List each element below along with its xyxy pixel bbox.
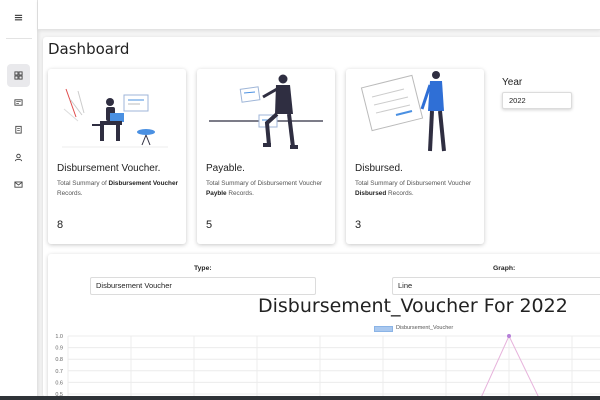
year-input[interactable]: 2022 xyxy=(502,92,572,109)
taskbar xyxy=(0,396,600,400)
top-bar xyxy=(38,0,600,30)
type-label: Type: xyxy=(194,265,212,272)
card-title: Disbursed. xyxy=(355,163,403,174)
card-count: 3 xyxy=(355,219,362,231)
card-count: 5 xyxy=(206,219,213,231)
card-payable[interactable]: Payable. Total Summary of Disbursement V… xyxy=(197,69,335,244)
sidebar-item-dashboard[interactable] xyxy=(7,64,30,87)
dashboard-icon xyxy=(14,71,23,80)
person-documents-illustration xyxy=(209,74,323,149)
chart-title: Disbursement_Voucher For 2022 xyxy=(258,295,568,317)
legend-swatch[interactable] xyxy=(374,326,393,332)
card-description: Total Summary of Disbursement Voucher Re… xyxy=(57,180,178,197)
user-icon xyxy=(14,153,23,162)
chart-panel xyxy=(48,254,600,400)
year-label: Year xyxy=(502,77,523,88)
voucher-icon xyxy=(14,99,23,106)
legend-label: Disbursement_Voucher xyxy=(396,325,454,331)
card-disbursement-voucher[interactable]: Disbursement Voucher. Total Summary of D… xyxy=(48,69,186,244)
menu-icon xyxy=(14,14,23,21)
page-title: Dashboard xyxy=(48,40,130,58)
person-board-illustration xyxy=(360,71,446,152)
card-count: 8 xyxy=(57,219,64,231)
sidebar-item-voucher[interactable] xyxy=(7,91,30,114)
menu-button[interactable] xyxy=(7,6,30,29)
person-laptop-illustration xyxy=(62,88,168,148)
card-disbursed[interactable]: Disbursed. Total Summary of Disbursement… xyxy=(346,69,484,244)
graph-label: Graph: xyxy=(493,265,516,272)
sidebar-item-users[interactable] xyxy=(7,146,30,169)
card-description: Total Summary of Disbursement Voucher Di… xyxy=(355,180,472,197)
sidebar-divider xyxy=(6,38,32,39)
mail-icon xyxy=(14,181,23,188)
sidebar-item-records[interactable] xyxy=(7,118,30,141)
sidebar-item-mail[interactable] xyxy=(7,173,30,196)
sidebar xyxy=(0,0,38,400)
graph-select[interactable]: Line xyxy=(392,277,600,295)
card-description: Total Summary of Disbursement Voucher Pa… xyxy=(206,180,323,197)
clipboard-icon xyxy=(15,125,22,134)
card-title: Disbursement Voucher. xyxy=(57,163,161,174)
card-title: Payable. xyxy=(206,163,245,174)
type-select[interactable]: Disbursement Voucher xyxy=(90,277,316,295)
